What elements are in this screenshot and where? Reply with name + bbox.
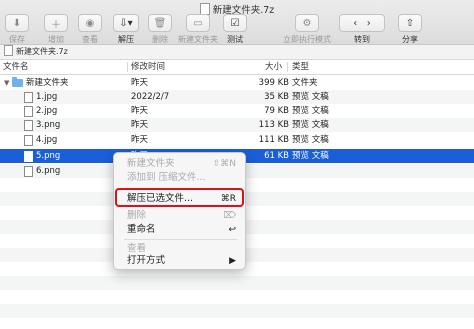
empty-row xyxy=(0,304,474,318)
column-divider xyxy=(287,62,288,72)
file-modified: 昨天 xyxy=(131,106,149,116)
archive-window: 新建文件夹.7z ⬇ 保存 ＋ 增加 ◉ 查看 ⇩▾ 解压 🗑 删除 ▭ 新建文… xyxy=(0,0,474,329)
share-icon: ⇧ xyxy=(405,17,415,29)
file-size: 113 KB xyxy=(258,120,289,130)
table-row[interactable]: 1.jpg 2022/2/7 35 KB 预览 文稿 xyxy=(0,90,474,104)
file-kind: 预览 文稿 xyxy=(292,120,329,130)
file-size: 111 KB xyxy=(258,135,289,145)
column-modified[interactable]: 修改时间 xyxy=(131,60,165,74)
test-button[interactable]: ☑ xyxy=(223,14,247,32)
file-name: 5.png xyxy=(36,151,61,161)
add-icon: ＋ xyxy=(51,19,61,31)
column-header: 文件名 修改时间 大小 类型 xyxy=(0,60,474,75)
file-name: 6.png xyxy=(36,166,61,176)
image-file-icon xyxy=(24,92,33,103)
toolbar: 新建文件夹.7z ⬇ 保存 ＋ 增加 ◉ 查看 ⇩▾ 解压 🗑 删除 ▭ 新建文… xyxy=(0,0,474,45)
delete-button[interactable]: 🗑 xyxy=(148,14,172,32)
share-label: 分享 xyxy=(402,35,418,44)
nav-buttons[interactable]: ‹ › xyxy=(339,14,385,32)
column-divider xyxy=(127,62,128,72)
table-row[interactable]: 2.jpg 昨天 79 KB 预览 文稿 xyxy=(0,104,474,118)
file-size: 79 KB xyxy=(264,106,289,116)
new-folder-label: 新建文件夹 xyxy=(178,35,218,44)
image-file-icon xyxy=(24,151,33,162)
extract-label: 解压 xyxy=(118,35,134,44)
file-modified: 2022/2/7 xyxy=(131,92,170,102)
file-modified: 昨天 xyxy=(131,78,149,88)
extract-button[interactable]: ⇩▾ xyxy=(113,14,139,32)
view-label: 查看 xyxy=(82,35,98,44)
eye-icon: ◉ xyxy=(85,17,95,29)
delete-label: 删除 xyxy=(152,35,168,44)
delete-key-icon: ⌦ xyxy=(223,211,236,221)
empty-row xyxy=(0,290,474,304)
menu-item-add-to-archive[interactable]: 添加到 压缩文件... xyxy=(114,171,245,185)
menu-item-delete[interactable]: 删除 ⌦ xyxy=(114,209,245,223)
new-folder-button[interactable]: ▭ xyxy=(186,14,210,32)
highlight-annotation-box xyxy=(115,188,244,207)
file-kind: 预览 文稿 xyxy=(292,151,329,161)
menu-item-rename[interactable]: 重命名 ↩ xyxy=(114,223,245,237)
file-name: 4.jpg xyxy=(36,135,58,145)
file-name: 3.png xyxy=(36,120,61,130)
file-name: 1.jpg xyxy=(36,92,58,102)
file-size: 399 KB xyxy=(258,78,289,88)
table-row[interactable]: 4.jpg 昨天 111 KB 预览 文稿 xyxy=(0,133,474,147)
test-label: 测试 xyxy=(227,35,243,44)
save-icon: ⬇ xyxy=(12,17,22,29)
file-kind: 文件夹 xyxy=(292,78,318,88)
menu-item-new-folder[interactable]: 新建文件夹 ⇧⌘N xyxy=(114,157,245,171)
new-folder-icon: ▭ xyxy=(193,17,203,29)
path-bar: 新建文件夹.7z xyxy=(0,45,474,60)
image-file-icon xyxy=(24,106,33,117)
image-file-icon xyxy=(24,166,33,177)
view-button[interactable]: ◉ xyxy=(78,14,102,32)
chevron-down-icon[interactable]: ▼ xyxy=(4,76,9,90)
add-button[interactable]: ＋ xyxy=(44,14,68,32)
empty-row xyxy=(0,276,474,290)
column-name[interactable]: 文件名 xyxy=(3,60,29,74)
file-modified: 昨天 xyxy=(131,120,149,130)
shortcut-label: ⇧⌘N xyxy=(212,159,236,169)
save-label: 保存 xyxy=(9,35,25,44)
nav-label: 转到 xyxy=(354,35,370,44)
file-kind: 预览 文稿 xyxy=(292,135,329,145)
path-label: 新建文件夹.7z xyxy=(16,47,68,56)
empty-row xyxy=(0,318,474,329)
table-row[interactable]: 3.png 昨天 113 KB 预览 文稿 xyxy=(0,118,474,132)
trash-icon: 🗑 xyxy=(153,17,167,29)
column-kind[interactable]: 类型 xyxy=(292,60,309,74)
menu-separator xyxy=(124,239,237,240)
file-name: 2.jpg xyxy=(36,106,58,116)
file-name: 新建文件夹 xyxy=(26,78,69,88)
add-label: 增加 xyxy=(48,35,64,44)
submenu-arrow-icon: ▶ xyxy=(229,256,236,266)
file-kind: 预览 文稿 xyxy=(292,92,329,102)
run-icon: ⚙ xyxy=(302,17,312,29)
save-button[interactable]: ⬇ xyxy=(5,14,29,32)
folder-icon xyxy=(12,77,23,87)
run-mode-label: 立即执行模式 xyxy=(283,35,331,44)
image-file-icon xyxy=(24,135,33,146)
table-row[interactable]: ▼ 新建文件夹 昨天 399 KB 文件夹 xyxy=(0,76,474,90)
test-icon: ☑ xyxy=(230,17,240,29)
menu-item-open-with[interactable]: 打开方式 ▶ xyxy=(114,254,245,268)
context-menu: 新建文件夹 ⇧⌘N 添加到 压缩文件... 解压已选文件... ⌘R 删除 ⌦ … xyxy=(113,152,246,270)
archive-file-icon xyxy=(4,45,13,56)
image-file-icon xyxy=(24,120,33,131)
file-size: 35 KB xyxy=(264,92,289,102)
extract-icon: ⇩▾ xyxy=(119,17,133,29)
nav-icon: ‹ › xyxy=(353,17,371,29)
run-mode-button[interactable]: ⚙ xyxy=(295,14,319,32)
file-modified: 昨天 xyxy=(131,135,149,145)
return-key-icon: ↩ xyxy=(228,225,236,235)
file-kind: 预览 文稿 xyxy=(292,106,329,116)
share-button[interactable]: ⇧ xyxy=(398,14,422,32)
column-size[interactable]: 大小 xyxy=(222,60,282,74)
